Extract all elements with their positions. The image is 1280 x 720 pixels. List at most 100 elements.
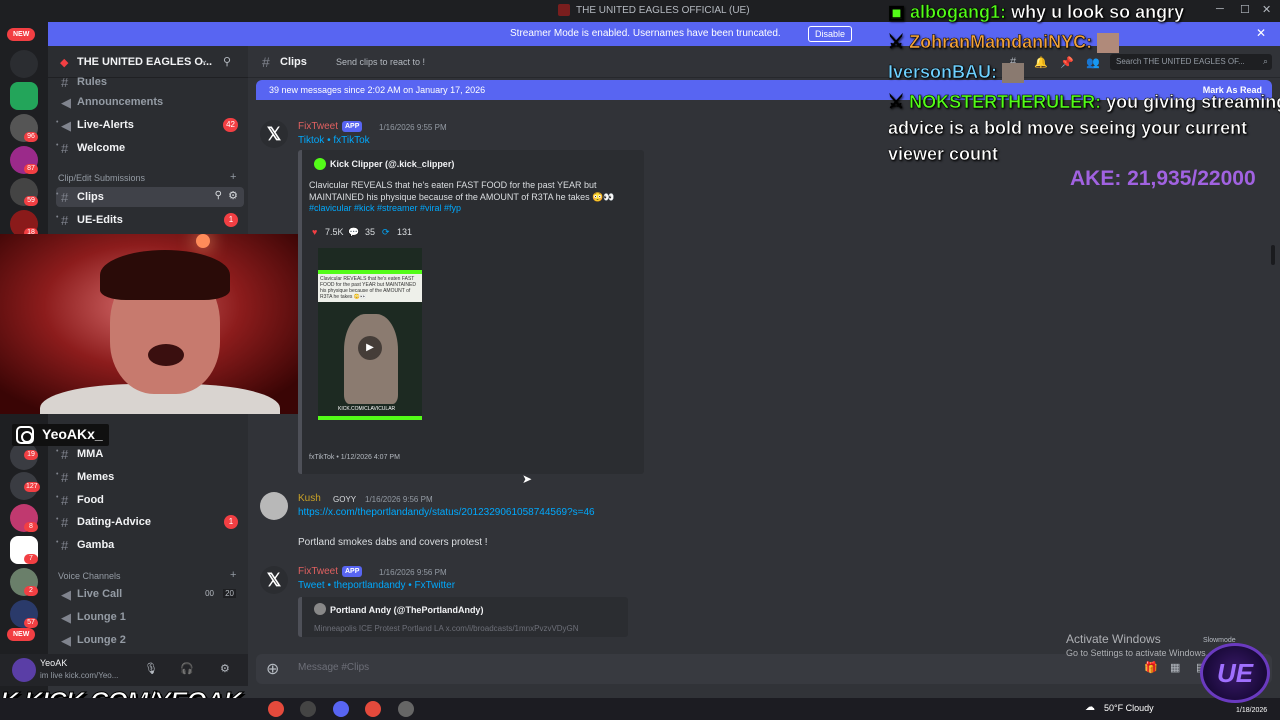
message-input[interactable]: ⊕ Message #Clips 🎁 ▦ ▤ [256, 654, 1272, 684]
unread-dot-icon: • [56, 494, 59, 501]
microphone-icon[interactable]: 🎙 [144, 662, 158, 675]
voice-live-call[interactable]: ◀ Live Call 00 20 [56, 584, 244, 604]
voice-lounge-2[interactable]: ◀ Lounge 2 [56, 630, 244, 650]
mention-badge: 42 [223, 118, 238, 132]
message-links[interactable]: Tweet • theportlandandy • FxTwitter [298, 580, 455, 591]
gift-icon[interactable]: 🎁 [1144, 661, 1158, 674]
embed-author[interactable]: Kick Clipper (@.kick_clipper) [330, 159, 454, 169]
invite-icon[interactable]: ⚲ [223, 55, 231, 68]
gear-icon[interactable]: ⚙ [228, 189, 238, 202]
mouse-cursor-icon: ➤ [522, 472, 533, 486]
invite-icon[interactable]: ⚲ [215, 190, 222, 201]
speaker-icon: ◀ [61, 633, 71, 648]
channel-label: Gamba [77, 539, 115, 551]
category-voice[interactable]: Voice Channels [58, 571, 121, 581]
hash-icon: # [61, 190, 69, 205]
play-icon[interactable]: ▶ [358, 336, 382, 360]
message-text: Portland smokes dabs and covers protest … [298, 537, 488, 548]
unread-dot-icon: • [56, 539, 59, 546]
message-author[interactable]: FixTweet [298, 121, 338, 132]
taskbar: ☁ 50°F Cloudy 1/18/2026 [0, 698, 1280, 720]
user-panel: YeoAK im live kick.com/Yeo... 🎙 🎧 ⚙ [0, 654, 248, 686]
server-badge: 7 [24, 554, 38, 564]
hash-icon: # [61, 470, 69, 485]
channel-label: Lounge 1 [77, 611, 126, 623]
banner-text: Streamer Mode is enabled. Usernames have… [510, 28, 781, 39]
avatar[interactable] [260, 492, 288, 520]
server-icon-1[interactable] [10, 50, 38, 78]
user-count: 00 [205, 589, 214, 598]
add-channel-icon[interactable]: + [230, 171, 236, 183]
unread-dot-icon: • [56, 471, 59, 478]
server-badge: 8 [24, 522, 38, 532]
share-icon: ⟳ [382, 227, 390, 237]
channel-welcome[interactable]: • # Welcome [56, 138, 244, 158]
settings-icon[interactable] [398, 701, 414, 717]
chat-text: why u look so angry [1011, 2, 1185, 23]
voice-lounge-1[interactable]: ◀ Lounge 1 [56, 607, 244, 627]
gif-icon[interactable]: ▦ [1170, 661, 1180, 674]
emote-icon [1002, 63, 1025, 84]
speaker-icon: ◀ [61, 610, 71, 625]
channel-label: Welcome [77, 142, 126, 154]
channel-rules[interactable]: # Rules [56, 72, 244, 92]
avatar[interactable]: 𝕏 [260, 120, 288, 148]
channel-label: Rules [77, 76, 107, 88]
channel-food[interactable]: • # Food [56, 490, 244, 510]
server-badge: 57 [24, 618, 38, 628]
server-icon-2[interactable] [10, 82, 38, 110]
gear-icon[interactable]: ⚙ [220, 662, 230, 675]
discord-icon[interactable] [333, 701, 349, 717]
category-clip-edit[interactable]: Clip/Edit Submissions [58, 173, 145, 183]
channel-label: Lounge 2 [77, 634, 126, 646]
new-messages-text: 39 new messages since 2:02 AM on January… [269, 85, 486, 95]
channel-announcements[interactable]: ◀ Announcements [56, 92, 244, 112]
channel-label: Memes [77, 471, 115, 483]
embed-author[interactable]: Portland Andy (@ThePortlandAndy) [330, 605, 483, 615]
hash-icon: # [61, 213, 69, 228]
chrome-icon[interactable] [365, 701, 381, 717]
chevron-down-icon[interactable]: ⌄ [200, 55, 208, 66]
scrollbar[interactable] [1271, 245, 1275, 265]
channel-clips[interactable]: • # Clips ⚲ ⚙ [56, 187, 244, 207]
channel-mma[interactable]: • # MMA [56, 444, 244, 464]
channel-ue-edits[interactable]: • # UE-Edits 1 [56, 210, 244, 230]
window-title: THE UNITED EAGLES OFFICIAL (UE) [576, 5, 750, 16]
instagram-handle: YeoAKx_ [12, 424, 109, 446]
user-limit: 20 [223, 589, 236, 598]
streamer-hair [100, 250, 230, 300]
chatter-name: albogang1: [910, 2, 1007, 23]
weather-icon: ☁ [1085, 702, 1095, 713]
embed-footer: fxTikTok • 1/12/2026 4:07 PM [309, 454, 400, 461]
embed-tags[interactable]: #clavicular #kick #streamer #viral #fyp [309, 203, 461, 213]
avatar[interactable]: 𝕏 [260, 566, 288, 594]
add-attachment-icon[interactable]: ⊕ [266, 659, 279, 679]
chat-line-4: ⚔ NOKSTERTHERULER: you giving streaming [888, 92, 1280, 113]
sword-icon: ⚔ [888, 32, 905, 53]
server-badge: 127 [24, 482, 40, 492]
disable-button[interactable]: Disable [808, 26, 853, 42]
channel-label: Dating-Advice [77, 516, 151, 528]
unread-dot-icon: • [56, 119, 59, 126]
mention-badge: 1 [224, 213, 238, 227]
chat-line-2: ⚔ ZohranMamdaniNYC: [888, 32, 1280, 54]
channel-label: Clips [77, 191, 104, 203]
channel-gamba[interactable]: • # Gamba [56, 535, 244, 555]
obs-icon[interactable] [300, 701, 316, 717]
avatar[interactable] [12, 658, 36, 682]
channel-memes[interactable]: • # Memes [56, 467, 244, 487]
message-url[interactable]: https://x.com/theportlandandy/status/201… [298, 507, 595, 518]
headphones-icon[interactable]: 🎧 [180, 662, 194, 675]
message-author[interactable]: FixTweet [298, 566, 338, 577]
video-thumbnail[interactable]: Clavicular REVEALS that he's eaten FAST … [318, 248, 422, 420]
role-tag: GOYY [333, 495, 357, 504]
kick-icon: ▣ [888, 2, 906, 23]
channel-dating-advice[interactable]: • # Dating-Advice 1 [56, 512, 244, 532]
message-links[interactable]: Tiktok • fxTikTok [298, 135, 370, 146]
add-channel-icon[interactable]: + [230, 569, 236, 581]
channel-live-alerts[interactable]: • ◀ Live-Alerts 42 [56, 115, 244, 135]
message-author[interactable]: Kush [298, 493, 321, 504]
message-timestamp: 1/16/2026 9:56 PM [365, 495, 433, 504]
chrome-icon[interactable] [268, 701, 284, 717]
chat-text: you giving streaming [1106, 92, 1280, 113]
